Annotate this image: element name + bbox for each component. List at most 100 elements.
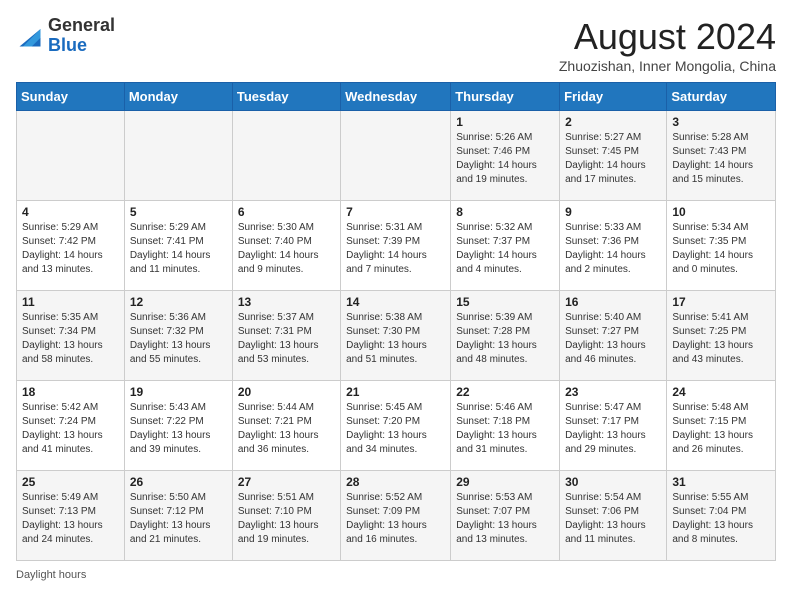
calendar-cell: 22 Sunrise: 5:46 AM Sunset: 7:18 PM Dayli… <box>451 381 560 471</box>
cell-info: Sunrise: 5:44 AM Sunset: 7:21 PM Dayligh… <box>238 401 335 457</box>
cell-info: Sunrise: 5:50 AM Sunset: 7:12 PM Dayligh… <box>130 491 227 547</box>
day-number: 27 <box>238 475 335 489</box>
calendar-cell <box>232 111 340 201</box>
location-subtitle: Zhuozishan, Inner Mongolia, China <box>559 58 776 74</box>
cell-info: Sunrise: 5:30 AM Sunset: 7:40 PM Dayligh… <box>238 221 335 277</box>
day-number: 11 <box>22 295 119 309</box>
calendar-cell: 21Sunrise: 5:45 AM Sunset: 7:20 PM Dayli… <box>341 381 451 471</box>
cell-info: Sunrise: 5:27 AM Sunset: 7:45 PM Dayligh… <box>565 131 661 187</box>
cell-info: Sunrise: 5:55 AM Sunset: 7:04 PM Dayligh… <box>672 491 770 547</box>
day-number: 24 <box>672 385 770 399</box>
calendar-cell: 4 Sunrise: 5:29 AM Sunset: 7:42 PM Daylig… <box>17 201 125 291</box>
cell-info: Sunrise: 5:38 AM Sunset: 7:30 PM Dayligh… <box>346 311 445 367</box>
cell-info: Sunrise: 5:28 AM Sunset: 7:43 PM Dayligh… <box>672 131 770 187</box>
calendar-cell: 17 Sunrise: 5:41 AM Sunset: 7:25 PM Dayli… <box>667 291 776 381</box>
calendar-cell: 6Sunrise: 5:30 AM Sunset: 7:40 PM Daylig… <box>232 201 340 291</box>
calendar-cell: 31Sunrise: 5:55 AM Sunset: 7:04 PM Dayli… <box>667 471 776 561</box>
day-number: 22 <box>456 385 554 399</box>
day-number: 3 <box>672 115 770 129</box>
day-number: 14 <box>346 295 445 309</box>
cell-info: Sunrise: 5:43 AM Sunset: 7:22 PM Dayligh… <box>130 401 227 457</box>
day-number: 18 <box>22 385 119 399</box>
page-header: General Blue August 2024 Zhuozishan, Inn… <box>16 16 776 74</box>
calendar-cell: 13Sunrise: 5:37 AM Sunset: 7:31 PM Dayli… <box>232 291 340 381</box>
day-number: 28 <box>346 475 445 489</box>
calendar-header: SundayMondayTuesdayWednesdayThursdayFrid… <box>17 83 776 111</box>
calendar-cell <box>17 111 125 201</box>
cell-info: Sunrise: 5:51 AM Sunset: 7:10 PM Dayligh… <box>238 491 335 547</box>
calendar-cell: 15 Sunrise: 5:39 AM Sunset: 7:28 PM Dayli… <box>451 291 560 381</box>
cell-info: Sunrise: 5:35 AM Sunset: 7:34 PM Dayligh… <box>22 311 119 367</box>
week-row-4: 18 Sunrise: 5:42 AM Sunset: 7:24 PM Dayli… <box>17 381 776 471</box>
cell-info: Sunrise: 5:29 AM Sunset: 7:41 PM Dayligh… <box>130 221 227 277</box>
day-number: 4 <box>22 205 119 219</box>
cell-info: Sunrise: 5:41 AM Sunset: 7:25 PM Dayligh… <box>672 311 770 367</box>
calendar-cell: 29 Sunrise: 5:53 AM Sunset: 7:07 PM Dayli… <box>451 471 560 561</box>
calendar-cell: 12Sunrise: 5:36 AM Sunset: 7:32 PM Dayli… <box>124 291 232 381</box>
calendar-cell: 18 Sunrise: 5:42 AM Sunset: 7:24 PM Dayli… <box>17 381 125 471</box>
logo-general: General <box>48 15 115 35</box>
calendar-cell: 10 Sunrise: 5:34 AM Sunset: 7:35 PM Dayli… <box>667 201 776 291</box>
calendar-cell: 25Sunrise: 5:49 AM Sunset: 7:13 PM Dayli… <box>17 471 125 561</box>
calendar-cell <box>124 111 232 201</box>
header-sunday: Sunday <box>17 83 125 111</box>
daylight-label: Daylight hours <box>16 569 86 581</box>
calendar-table: SundayMondayTuesdayWednesdayThursdayFrid… <box>16 82 776 561</box>
calendar-cell: 19Sunrise: 5:43 AM Sunset: 7:22 PM Dayli… <box>124 381 232 471</box>
month-title: August 2024 <box>559 16 776 58</box>
day-number: 5 <box>130 205 227 219</box>
logo-blue: Blue <box>48 35 87 55</box>
day-number: 2 <box>565 115 661 129</box>
header-row: SundayMondayTuesdayWednesdayThursdayFrid… <box>17 83 776 111</box>
generalblue-logo-icon <box>16 22 44 50</box>
cell-info: Sunrise: 5:33 AM Sunset: 7:36 PM Dayligh… <box>565 221 661 277</box>
header-saturday: Saturday <box>667 83 776 111</box>
day-number: 7 <box>346 205 445 219</box>
calendar-cell: 23Sunrise: 5:47 AM Sunset: 7:17 PM Dayli… <box>560 381 667 471</box>
header-monday: Monday <box>124 83 232 111</box>
day-number: 29 <box>456 475 554 489</box>
header-friday: Friday <box>560 83 667 111</box>
cell-info: Sunrise: 5:48 AM Sunset: 7:15 PM Dayligh… <box>672 401 770 457</box>
week-row-5: 25Sunrise: 5:49 AM Sunset: 7:13 PM Dayli… <box>17 471 776 561</box>
cell-info: Sunrise: 5:26 AM Sunset: 7:46 PM Dayligh… <box>456 131 554 187</box>
cell-info: Sunrise: 5:52 AM Sunset: 7:09 PM Dayligh… <box>346 491 445 547</box>
day-number: 26 <box>130 475 227 489</box>
day-number: 10 <box>672 205 770 219</box>
cell-info: Sunrise: 5:34 AM Sunset: 7:35 PM Dayligh… <box>672 221 770 277</box>
cell-info: Sunrise: 5:45 AM Sunset: 7:20 PM Dayligh… <box>346 401 445 457</box>
day-number: 16 <box>565 295 661 309</box>
logo: General Blue <box>16 16 115 56</box>
header-wednesday: Wednesday <box>341 83 451 111</box>
cell-info: Sunrise: 5:29 AM Sunset: 7:42 PM Dayligh… <box>22 221 119 277</box>
calendar-cell: 11 Sunrise: 5:35 AM Sunset: 7:34 PM Dayli… <box>17 291 125 381</box>
week-row-1: 1Sunrise: 5:26 AM Sunset: 7:46 PM Daylig… <box>17 111 776 201</box>
cell-info: Sunrise: 5:47 AM Sunset: 7:17 PM Dayligh… <box>565 401 661 457</box>
calendar-cell: 2 Sunrise: 5:27 AM Sunset: 7:45 PM Daylig… <box>560 111 667 201</box>
calendar-cell: 27 Sunrise: 5:51 AM Sunset: 7:10 PM Dayli… <box>232 471 340 561</box>
calendar-cell: 14 Sunrise: 5:38 AM Sunset: 7:30 PM Dayli… <box>341 291 451 381</box>
calendar-cell <box>341 111 451 201</box>
title-block: August 2024 Zhuozishan, Inner Mongolia, … <box>559 16 776 74</box>
calendar-cell: 16Sunrise: 5:40 AM Sunset: 7:27 PM Dayli… <box>560 291 667 381</box>
day-number: 15 <box>456 295 554 309</box>
day-number: 20 <box>238 385 335 399</box>
cell-info: Sunrise: 5:42 AM Sunset: 7:24 PM Dayligh… <box>22 401 119 457</box>
day-number: 17 <box>672 295 770 309</box>
cell-info: Sunrise: 5:46 AM Sunset: 7:18 PM Dayligh… <box>456 401 554 457</box>
calendar-cell: 28 Sunrise: 5:52 AM Sunset: 7:09 PM Dayli… <box>341 471 451 561</box>
calendar-cell: 7Sunrise: 5:31 AM Sunset: 7:39 PM Daylig… <box>341 201 451 291</box>
calendar-cell: 8Sunrise: 5:32 AM Sunset: 7:37 PM Daylig… <box>451 201 560 291</box>
calendar-cell: 26 Sunrise: 5:50 AM Sunset: 7:12 PM Dayli… <box>124 471 232 561</box>
cell-info: Sunrise: 5:53 AM Sunset: 7:07 PM Dayligh… <box>456 491 554 547</box>
footer: Daylight hours <box>16 569 776 581</box>
header-tuesday: Tuesday <box>232 83 340 111</box>
cell-info: Sunrise: 5:49 AM Sunset: 7:13 PM Dayligh… <box>22 491 119 547</box>
cell-info: Sunrise: 5:39 AM Sunset: 7:28 PM Dayligh… <box>456 311 554 367</box>
day-number: 8 <box>456 205 554 219</box>
day-number: 13 <box>238 295 335 309</box>
week-row-2: 4 Sunrise: 5:29 AM Sunset: 7:42 PM Daylig… <box>17 201 776 291</box>
calendar-cell: 30Sunrise: 5:54 AM Sunset: 7:06 PM Dayli… <box>560 471 667 561</box>
cell-info: Sunrise: 5:36 AM Sunset: 7:32 PM Dayligh… <box>130 311 227 367</box>
calendar-body: 1Sunrise: 5:26 AM Sunset: 7:46 PM Daylig… <box>17 111 776 561</box>
